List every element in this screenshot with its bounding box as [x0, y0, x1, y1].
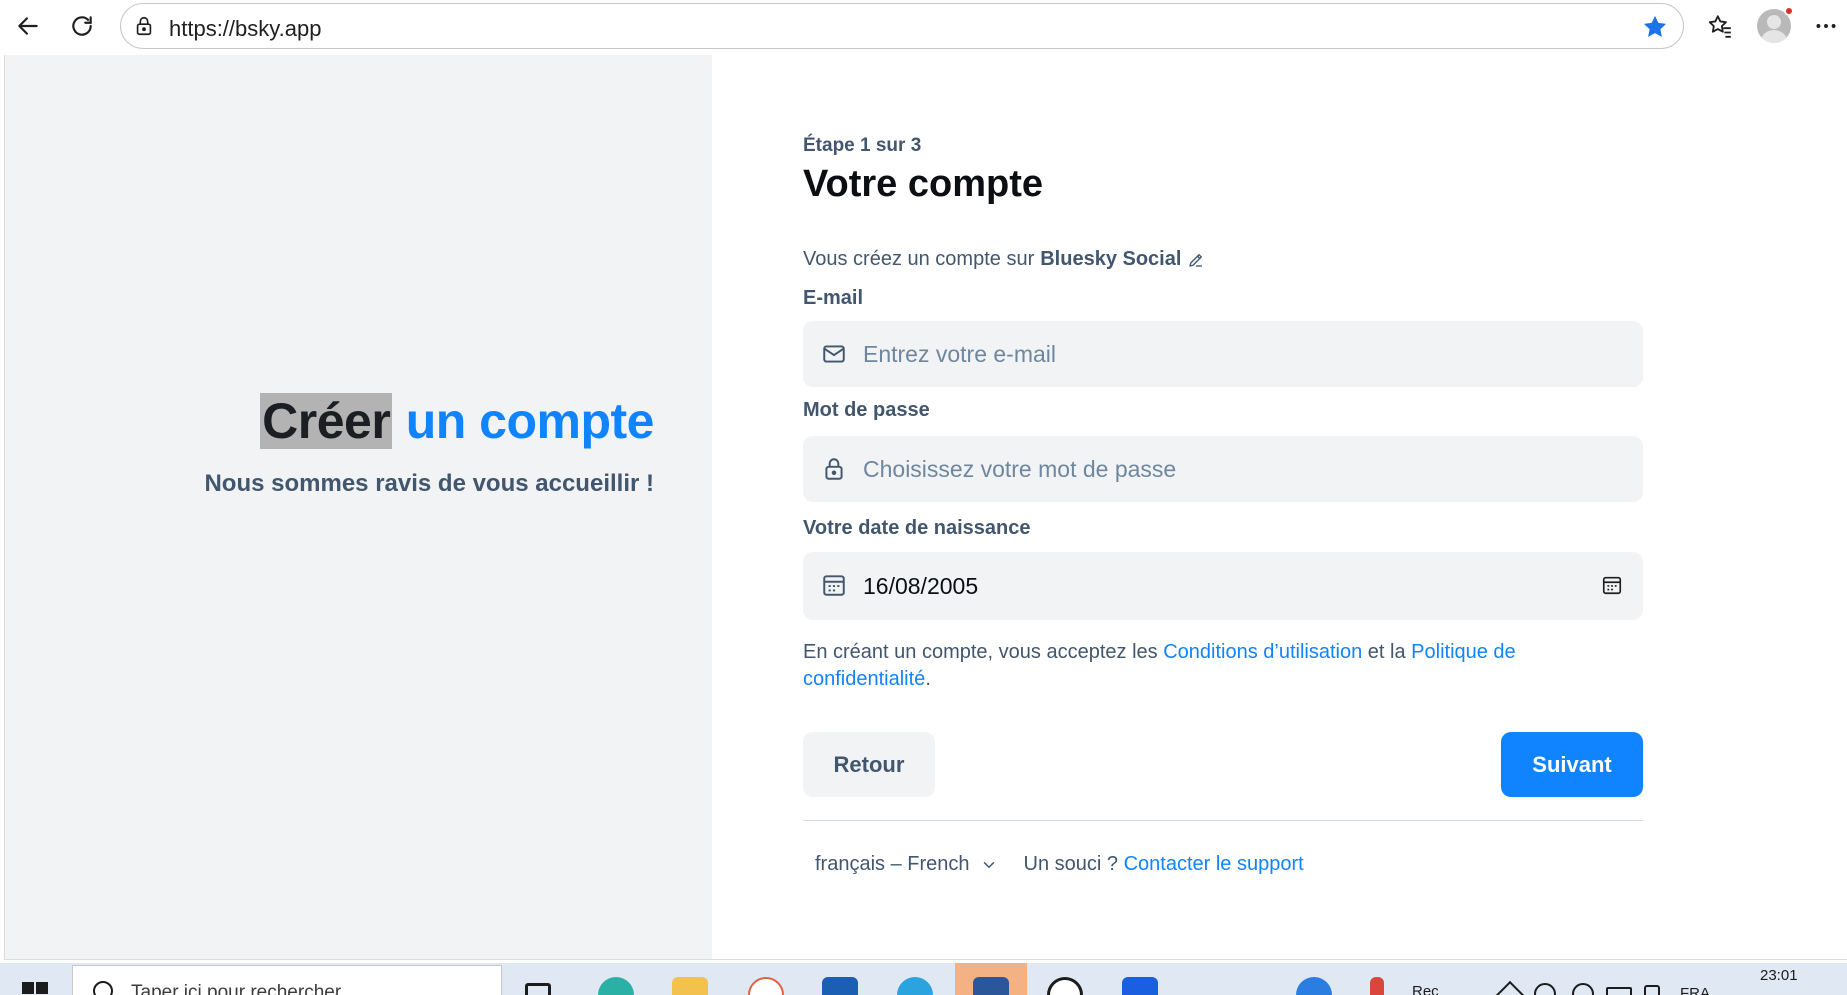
language-label: français – French: [815, 853, 970, 875]
edge-browser-icon[interactable]: [598, 977, 634, 995]
email-placeholder: Entrez votre e-mail: [863, 340, 1057, 367]
telegram-icon[interactable]: [897, 977, 933, 995]
terms-prefix: En créant un compte, vous acceptez les: [803, 641, 1158, 663]
taskbar-search[interactable]: Taper ici pour rechercher: [72, 965, 502, 995]
windows-start-icon[interactable]: [22, 982, 48, 995]
help-prefix: Un souci ?: [1023, 853, 1119, 875]
word-icon[interactable]: [973, 977, 1009, 995]
hero-title: Créer un compte: [260, 392, 655, 450]
url-text: https://bsky.app: [169, 16, 322, 41]
service-name[interactable]: Bluesky Social: [1040, 248, 1181, 271]
profile-avatar[interactable]: [1756, 6, 1794, 44]
step-indicator: Étape 1 sur 3: [803, 135, 922, 156]
taskbar: Taper ici pour rechercher Rec FRA 23:01: [0, 963, 1847, 995]
welcome-panel: Créer un compte Nous sommes ravis de vou…: [4, 55, 712, 960]
terms-notice: En créant un compte, vous acceptez les C…: [803, 639, 1643, 693]
recorder-icon[interactable]: [1370, 977, 1384, 995]
usb-icon[interactable]: [1644, 985, 1660, 995]
hero-title-part1: Créer: [260, 393, 393, 449]
whatsapp-icon[interactable]: [1047, 977, 1083, 995]
page: Créer un compte Nous sommes ravis de vou…: [4, 55, 1847, 960]
bluesky-shield-icon[interactable]: [1122, 977, 1158, 995]
footer: français – French Un souci ? Contacter l…: [815, 853, 1304, 876]
help-app-icon[interactable]: [1296, 977, 1332, 995]
favorites-list-icon[interactable]: [1702, 8, 1738, 44]
input-language[interactable]: FRA: [1680, 985, 1710, 995]
divider: [803, 820, 1643, 821]
notification-dot: [1784, 6, 1794, 16]
password-placeholder: Choisissez votre mot de passe: [863, 455, 1177, 482]
password-label: Mot de passe: [803, 399, 930, 421]
language-selector[interactable]: français – French: [815, 853, 998, 876]
chevron-down-icon: [983, 861, 994, 868]
more-menu-icon[interactable]: [1808, 8, 1844, 44]
address-bar[interactable]: https://bsky.app: [120, 3, 1684, 49]
next-button[interactable]: Suivant: [1501, 732, 1643, 797]
contact-support-link[interactable]: Contacter le support: [1124, 853, 1304, 875]
file-explorer-icon[interactable]: [672, 977, 708, 995]
birthdate-field[interactable]: 16/08/2005: [803, 552, 1643, 620]
password-field[interactable]: Choisissez votre mot de passe: [803, 436, 1643, 502]
service-provider: Vous créez un compte sur Bluesky Social: [803, 248, 1205, 271]
service-prefix: Vous créez un compte sur: [803, 248, 1035, 270]
back-icon[interactable]: [10, 8, 46, 44]
reload-icon[interactable]: [64, 8, 100, 44]
lock-icon: [825, 458, 843, 480]
browser-toolbar: https://bsky.app: [0, 0, 1847, 52]
support-text: Un souci ? Contacter le support: [1024, 853, 1304, 876]
taskbar-search-placeholder: Taper ici pour rechercher: [131, 982, 342, 995]
email-label: E-mail: [803, 287, 864, 309]
form-heading: Votre compte: [803, 163, 1044, 205]
hero-title-part2: un compte: [405, 393, 655, 449]
calendar-picker-icon[interactable]: [1601, 574, 1623, 596]
app-label: Rec: [1412, 983, 1439, 995]
back-button[interactable]: Retour: [803, 732, 935, 797]
email-field[interactable]: Entrez votre e-mail: [803, 321, 1643, 387]
lock-icon: [136, 16, 152, 36]
hero-subtitle: Nous sommes ravis de vous accueillir !: [204, 470, 654, 497]
chevron-up-icon[interactable]: [1495, 980, 1525, 995]
wifi-icon[interactable]: [1572, 983, 1594, 995]
network-app-icon[interactable]: [748, 977, 784, 995]
mail-icon: [823, 345, 845, 363]
terms-of-service-link[interactable]: Conditions d’utilisation: [1163, 641, 1362, 663]
bing-icon[interactable]: [822, 977, 858, 995]
calendar-icon: [823, 575, 845, 596]
favorite-star-icon[interactable]: [1641, 13, 1669, 41]
clock-time[interactable]: 23:01: [1760, 967, 1798, 984]
volume-icon[interactable]: [1534, 983, 1556, 995]
terms-suffix: .: [925, 668, 931, 690]
terms-middle: et la: [1367, 641, 1406, 663]
task-view-icon[interactable]: [525, 983, 551, 995]
birthdate-value: 16/08/2005: [863, 572, 979, 599]
search-icon: [93, 981, 113, 995]
birthdate-label: Votre date de naissance: [803, 517, 1031, 539]
edit-pencil-icon[interactable]: [1187, 251, 1205, 269]
battery-icon[interactable]: [1606, 987, 1632, 995]
